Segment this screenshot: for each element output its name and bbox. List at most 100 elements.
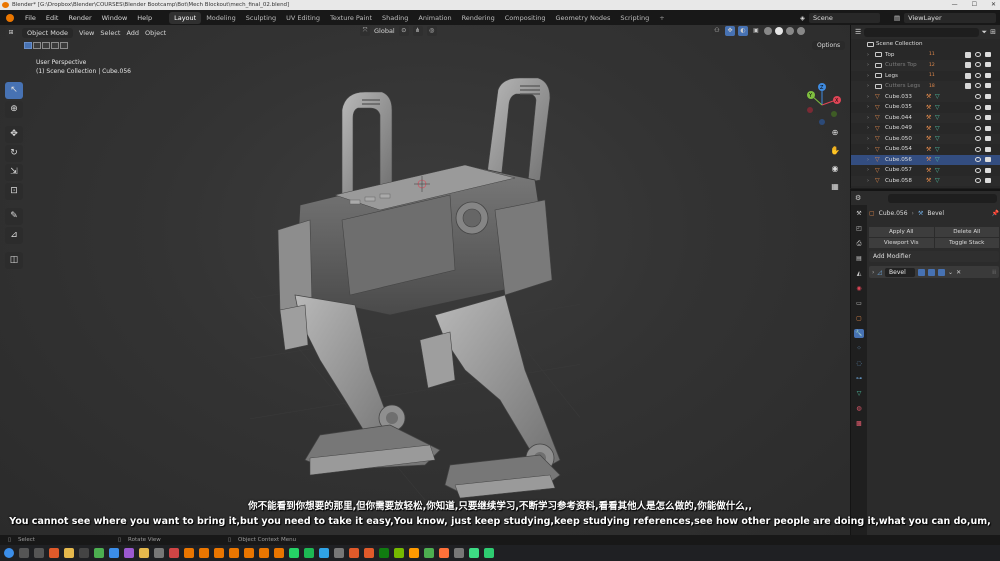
- expand-chevron-icon[interactable]: ›: [867, 115, 869, 121]
- camera-icon[interactable]: [985, 62, 991, 68]
- outliner-editor-icon[interactable]: ☰: [855, 28, 861, 36]
- outliner-collection-row[interactable]: › Legs 11: [851, 71, 1000, 82]
- apply-all-button[interactable]: Apply All: [869, 227, 934, 237]
- tab-shading[interactable]: Shading: [377, 12, 413, 24]
- tab-texture-paint[interactable]: Texture Paint: [325, 12, 377, 24]
- drag-handle-icon[interactable]: ⁞⁞: [992, 269, 996, 276]
- exclude-checkbox[interactable]: [965, 62, 971, 69]
- scale-tool-icon[interactable]: ⇲: [5, 164, 23, 181]
- cursor-tool-icon[interactable]: ⊕: [5, 101, 23, 118]
- 3d-viewport[interactable]: ⊞ Object Mode View Select Add Object ⤧ G…: [0, 25, 850, 535]
- outliner-object-row[interactable]: › ▽ Cube.044 ⚒ ▽: [851, 112, 1000, 123]
- taskbar-obs-icon[interactable]: [79, 548, 89, 558]
- eye-icon[interactable]: [975, 62, 981, 68]
- scene-tab-icon[interactable]: ◭: [854, 269, 864, 278]
- pin-icon[interactable]: 📌: [992, 210, 999, 217]
- outliner-collection-row[interactable]: › Cutters Legs 18: [851, 81, 1000, 92]
- camera-icon[interactable]: ◉: [829, 163, 841, 174]
- tool-tab-icon[interactable]: ⚒: [854, 209, 864, 218]
- eye-icon[interactable]: [975, 146, 981, 152]
- eye-icon[interactable]: [975, 136, 981, 142]
- camera-icon[interactable]: [985, 167, 991, 173]
- camera-icon[interactable]: [985, 146, 991, 152]
- mesh-data-icon[interactable]: ▽: [935, 146, 940, 153]
- taskbar-files-icon[interactable]: [139, 548, 149, 558]
- outliner-object-row[interactable]: › ▽ Cube.049 ⚒ ▽: [851, 123, 1000, 134]
- modifier-dropdown-icon[interactable]: ⌄: [948, 269, 953, 276]
- taskbar-search-icon[interactable]: [19, 548, 29, 558]
- select-box-tool-icon[interactable]: ↖: [5, 82, 23, 99]
- scene-collection-row[interactable]: Scene Collection: [851, 39, 1000, 50]
- exclude-checkbox[interactable]: [965, 51, 971, 58]
- perspective-grid-icon[interactable]: ▦: [829, 181, 841, 192]
- modifier-wrench-icon[interactable]: ⚒: [926, 135, 931, 142]
- outliner-object-row[interactable]: › ▽ Cube.056 ⚒ ▽: [851, 154, 1000, 165]
- material-shading-icon[interactable]: [786, 27, 794, 35]
- edit-mode-toggle-icon[interactable]: [918, 268, 926, 276]
- menu-object[interactable]: Object: [145, 29, 166, 37]
- visibility-icon[interactable]: ⚇: [712, 26, 722, 36]
- taskbar-blender6-icon[interactable]: [259, 548, 269, 558]
- outliner-object-row[interactable]: › ▽ Cube.050 ⚒ ▽: [851, 133, 1000, 144]
- eye-icon[interactable]: [975, 104, 981, 110]
- mech-model[interactable]: [250, 70, 580, 500]
- taskbar-blender2-icon[interactable]: [199, 548, 209, 558]
- select-subtract-icon[interactable]: [42, 41, 50, 49]
- eye-icon[interactable]: [975, 125, 981, 131]
- toggle-stack-button[interactable]: Toggle Stack: [934, 238, 999, 248]
- camera-icon[interactable]: [985, 94, 991, 100]
- viewport-vis-button[interactable]: Viewport Vis: [869, 238, 934, 248]
- taskbar-xbox-icon[interactable]: [379, 548, 389, 558]
- tab-geometry-nodes[interactable]: Geometry Nodes: [551, 12, 616, 24]
- taskbar-store-icon[interactable]: [454, 548, 464, 558]
- menu-help[interactable]: Help: [132, 14, 157, 22]
- outliner-collection-row[interactable]: › Cutters Top 12: [851, 60, 1000, 71]
- expand-chevron-icon[interactable]: ›: [867, 125, 869, 131]
- menu-view[interactable]: View: [79, 29, 94, 37]
- tab-layout[interactable]: Layout: [169, 11, 202, 24]
- eye-icon[interactable]: [975, 51, 981, 57]
- mesh-data-icon[interactable]: ▽: [935, 93, 940, 100]
- outliner-object-row[interactable]: › ▽ Cube.058 ⚒ ▽: [851, 175, 1000, 186]
- taskbar-nvidia-icon[interactable]: [394, 548, 404, 558]
- modifier-wrench-icon[interactable]: ⚒: [926, 104, 931, 111]
- taskbar-spotify-icon[interactable]: [304, 548, 314, 558]
- properties-search-input[interactable]: [888, 193, 997, 203]
- expand-chevron-icon[interactable]: ›: [867, 83, 869, 89]
- taskbar-premiere-icon[interactable]: [124, 548, 134, 558]
- collection-tab-icon[interactable]: ▭: [854, 299, 864, 308]
- options-dropdown[interactable]: Options: [812, 41, 846, 50]
- add-workspace-button[interactable]: +: [654, 14, 669, 22]
- mesh-data-icon[interactable]: ▽: [935, 177, 940, 184]
- annotate-tool-icon[interactable]: ✎: [5, 208, 23, 225]
- camera-icon[interactable]: [985, 104, 991, 110]
- eye-icon[interactable]: [975, 115, 981, 121]
- modifier-wrench-icon[interactable]: ⚒: [926, 114, 931, 121]
- wireframe-shading-icon[interactable]: [764, 27, 772, 35]
- delete-all-button[interactable]: Delete All: [934, 227, 999, 237]
- object-tab-icon[interactable]: ▢: [854, 314, 864, 323]
- exclude-checkbox[interactable]: [965, 83, 971, 90]
- maximize-button[interactable]: ☐: [972, 0, 977, 10]
- material-tab-icon[interactable]: ◍: [854, 404, 864, 413]
- expand-chevron-icon[interactable]: ›: [867, 167, 869, 173]
- navigation-gizmo[interactable]: Z X Y: [800, 80, 845, 130]
- taskbar-blender7-icon[interactable]: [274, 548, 284, 558]
- modifier-wrench-icon[interactable]: ⚒: [926, 146, 931, 153]
- taskbar-folder-icon[interactable]: [64, 548, 74, 558]
- expand-chevron-icon[interactable]: ›: [867, 52, 869, 58]
- data-tab-icon[interactable]: ▽: [854, 389, 864, 398]
- overlays-icon[interactable]: ◐: [738, 26, 748, 36]
- render-toggle-icon[interactable]: [938, 268, 946, 276]
- mesh-data-icon[interactable]: ▽: [935, 114, 940, 121]
- taskbar-settings-icon[interactable]: [154, 548, 164, 558]
- taskbar-brave-icon[interactable]: [49, 548, 59, 558]
- mesh-data-icon[interactable]: ▽: [935, 125, 940, 132]
- modifier-wrench-icon[interactable]: ⚒: [926, 167, 931, 174]
- outliner-object-row[interactable]: › ▽ Cube.033 ⚒ ▽: [851, 91, 1000, 102]
- transform-tool-icon[interactable]: ⊡: [5, 183, 23, 200]
- properties-editor-icon[interactable]: ⚙: [855, 194, 861, 202]
- move-tool-icon[interactable]: ✥: [5, 126, 23, 143]
- blender-menu-icon[interactable]: [6, 13, 14, 22]
- expand-chevron-icon[interactable]: ›: [867, 94, 869, 100]
